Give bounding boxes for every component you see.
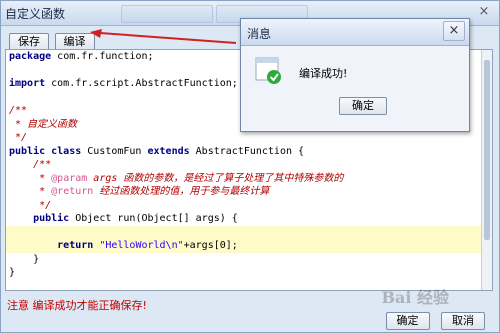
code-token: "HelloWorld\n" — [99, 240, 184, 251]
code-token: +args[0]; — [183, 240, 238, 251]
code-token: args 函数的参数，是经过了算子处理了其中特殊参数的 — [87, 172, 344, 184]
code-token: 经过函数处理的值，用于参与最终计算 — [93, 186, 270, 197]
editor-scrollbar[interactable] — [481, 50, 492, 290]
code-token: /** — [9, 105, 28, 116]
code-token: AbstractFunction { — [189, 145, 305, 157]
code-token: */ — [9, 132, 28, 143]
code-token: @param — [51, 172, 88, 184]
code-token: com.fr.script.AbstractFunction; — [45, 78, 238, 89]
background-tab — [121, 5, 213, 23]
message-dialog: 消息 × 编译成功! 确定 — [240, 18, 470, 132]
code-token: com.fr.function; — [51, 51, 154, 62]
code-line: * @param args 函数的参数，是经过了算子处理了其中特殊参数的 — [6, 172, 492, 186]
code-line: /** — [6, 158, 492, 172]
code-token: } — [9, 253, 40, 265]
watermark-logo: Bai 经验 — [381, 288, 449, 307]
dialog-ok-button[interactable]: 确定 — [339, 97, 387, 115]
footer-buttons: 确定 取消 — [378, 312, 485, 330]
code-token: @return — [51, 186, 94, 197]
code-line: public Object run(Object[] args) { — [6, 212, 492, 226]
ok-button[interactable]: 确定 — [385, 312, 430, 330]
code-line: */ — [6, 131, 492, 145]
cancel-button[interactable]: 取消 — [441, 312, 485, 330]
save-warning-note: 注意 编译成功才能正确保存! — [7, 299, 147, 312]
code-token: public — [9, 213, 70, 224]
success-check-icon — [255, 57, 281, 84]
code-token: package — [9, 51, 52, 62]
code-line: */ — [6, 199, 492, 213]
scrollbar-thumb[interactable] — [484, 60, 490, 240]
dialog-title: 消息 — [247, 27, 272, 41]
code-token: extends — [147, 145, 190, 157]
code-token: public class — [9, 145, 82, 157]
code-line: * @return 经过函数处理的值，用于参与最终计算 — [6, 185, 492, 199]
window-close-button[interactable]: × — [475, 3, 493, 21]
code-token: * — [9, 172, 52, 184]
code-token: CustomFun — [81, 145, 148, 157]
code-token: import — [9, 78, 46, 89]
dialog-close-button[interactable]: × — [443, 21, 465, 41]
code-line: } — [6, 253, 492, 267]
code-line: public class CustomFun extends AbstractF… — [6, 145, 492, 159]
dialog-message: 编译成功! — [299, 67, 348, 80]
code-token: /** — [9, 159, 52, 170]
code-line: } — [6, 266, 492, 280]
code-token: * 自定义函数 — [9, 118, 78, 130]
code-token: Object run(Object[] args) { — [69, 213, 238, 224]
code-line — [6, 225, 492, 239]
window-title: 自定义函数 — [5, 7, 66, 21]
code-line: return "HelloWorld\n"+args[0]; — [6, 239, 492, 253]
code-token: * — [9, 186, 52, 197]
code-token: */ — [9, 199, 52, 211]
dialog-titlebar: 消息 × — [241, 19, 469, 46]
code-token: return — [9, 240, 94, 251]
annotation-arrow — [90, 29, 237, 44]
code-token: } — [9, 267, 16, 278]
